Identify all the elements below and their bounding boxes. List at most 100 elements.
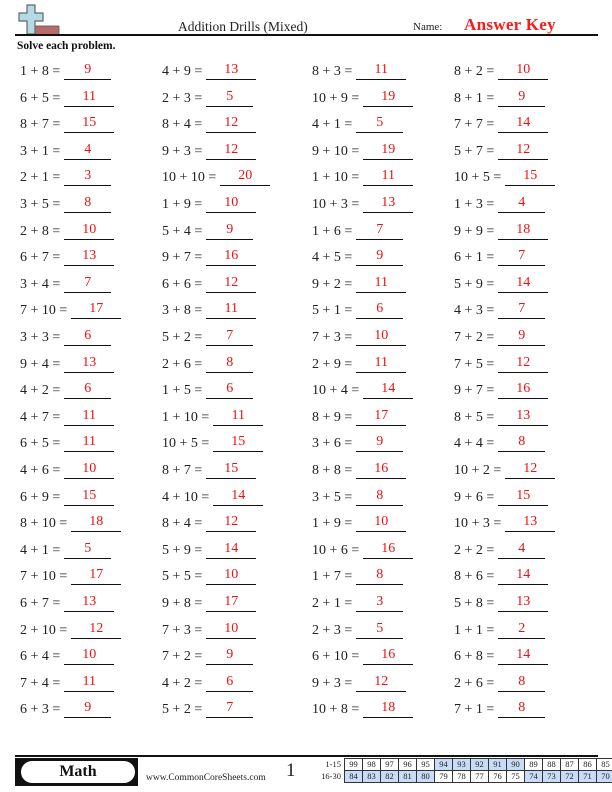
answer-blank[interactable]: 8 — [498, 700, 546, 719]
answer-blank[interactable]: 8 — [498, 674, 546, 692]
answer-blank[interactable]: 10 — [356, 514, 407, 533]
answer-blank[interactable]: 13 — [64, 594, 115, 612]
answer-blank[interactable]: 9 — [64, 62, 112, 80]
answer-blank[interactable]: 15 — [213, 434, 264, 453]
answer-blank[interactable]: 11 — [64, 408, 115, 426]
answer-blank[interactable]: 12 — [498, 142, 549, 160]
answer-blank[interactable]: 10 — [206, 621, 257, 639]
answer-blank[interactable]: 17 — [71, 301, 122, 320]
answer-blank[interactable]: 16 — [363, 647, 414, 666]
answer-blank[interactable]: 18 — [498, 222, 549, 240]
answer-blank[interactable]: 9 — [206, 222, 254, 240]
answer-blank[interactable]: 7 — [356, 222, 404, 240]
answer-blank[interactable]: 13 — [206, 62, 257, 80]
answer-blank[interactable]: 15 — [498, 488, 549, 506]
answer-blank[interactable]: 2 — [498, 621, 546, 639]
answer-blank[interactable]: 13 — [363, 195, 414, 213]
answer-blank[interactable]: 12 — [206, 142, 257, 160]
answer-blank[interactable]: 15 — [64, 115, 115, 134]
answer-blank[interactable]: 9 — [356, 248, 404, 267]
answer-blank[interactable]: 14 — [498, 567, 549, 586]
answer-blank[interactable]: 13 — [64, 248, 115, 267]
answer-blank[interactable]: 16 — [206, 248, 257, 267]
answer-blank[interactable]: 15 — [64, 488, 115, 506]
answer-blank[interactable]: 16 — [363, 541, 414, 559]
answer-blank[interactable]: 9 — [64, 700, 112, 719]
answer-blank[interactable]: 12 — [498, 355, 549, 373]
answer-blank[interactable]: 13 — [64, 355, 115, 373]
answer-blank[interactable]: 9 — [498, 89, 546, 107]
answer-blank[interactable]: 6 — [206, 674, 254, 692]
answer-blank[interactable]: 4 — [498, 195, 546, 213]
answer-blank[interactable]: 17 — [206, 594, 257, 612]
answer-blank[interactable]: 9 — [206, 647, 254, 666]
answer-blank[interactable]: 10 — [64, 647, 115, 666]
answer-blank[interactable]: 18 — [363, 700, 414, 719]
answer-blank[interactable]: 12 — [206, 514, 257, 533]
answer-blank[interactable]: 13 — [505, 514, 556, 533]
answer-blank[interactable]: 11 — [213, 408, 264, 426]
answer-blank[interactable]: 11 — [206, 301, 257, 320]
answer-blank[interactable]: 12 — [206, 115, 257, 134]
answer-blank[interactable]: 11 — [363, 168, 414, 187]
answer-blank[interactable]: 14 — [498, 275, 549, 293]
answer-blank[interactable]: 15 — [505, 168, 556, 187]
answer-blank[interactable]: 11 — [356, 355, 407, 373]
answer-blank[interactable]: 16 — [356, 461, 407, 479]
answer-blank[interactable]: 9 — [498, 328, 546, 346]
answer-blank[interactable]: 5 — [356, 115, 404, 134]
answer-blank[interactable]: 12 — [71, 621, 122, 639]
answer-blank[interactable]: 10 — [206, 195, 257, 213]
answer-blank[interactable]: 10 — [206, 567, 257, 586]
answer-blank[interactable]: 12 — [505, 461, 556, 479]
answer-blank[interactable]: 11 — [64, 434, 115, 453]
answer-blank[interactable]: 4 — [64, 142, 112, 160]
answer-blank[interactable]: 7 — [206, 328, 254, 346]
answer-blank[interactable]: 7 — [64, 275, 112, 293]
answer-blank[interactable]: 6 — [64, 328, 112, 346]
answer-blank[interactable]: 16 — [498, 381, 549, 400]
answer-blank[interactable]: 8 — [356, 567, 404, 586]
answer-blank[interactable]: 17 — [356, 408, 407, 426]
answer-blank[interactable]: 14 — [498, 647, 549, 666]
answer-blank[interactable]: 8 — [64, 195, 112, 213]
answer-blank[interactable]: 8 — [356, 488, 404, 506]
answer-blank[interactable]: 11 — [64, 674, 115, 692]
answer-blank[interactable]: 5 — [356, 621, 404, 639]
answer-blank[interactable]: 7 — [498, 248, 546, 267]
answer-blank[interactable]: 18 — [71, 514, 122, 533]
answer-blank[interactable]: 14 — [213, 488, 264, 506]
answer-blank[interactable]: 14 — [206, 541, 257, 559]
website-link[interactable]: www.CommonCoreSheets.com — [146, 773, 266, 783]
answer-blank[interactable]: 13 — [498, 594, 549, 612]
answer-blank[interactable]: 17 — [71, 567, 122, 586]
answer-blank[interactable]: 12 — [206, 275, 257, 293]
answer-blank[interactable]: 3 — [356, 594, 404, 612]
answer-blank[interactable]: 6 — [206, 381, 254, 400]
answer-blank[interactable]: 10 — [64, 222, 115, 240]
answer-blank[interactable]: 10 — [356, 328, 407, 346]
answer-blank[interactable]: 9 — [356, 434, 404, 453]
answer-blank[interactable]: 14 — [363, 381, 414, 400]
answer-blank[interactable]: 7 — [498, 301, 546, 320]
answer-blank[interactable]: 5 — [206, 89, 254, 107]
answer-blank[interactable]: 11 — [64, 89, 115, 107]
answer-blank[interactable]: 12 — [356, 674, 407, 692]
answer-blank[interactable]: 6 — [64, 381, 112, 400]
answer-blank[interactable]: 19 — [363, 142, 414, 160]
answer-blank[interactable]: 6 — [356, 301, 404, 320]
answer-blank[interactable]: 10 — [498, 62, 549, 80]
answer-blank[interactable]: 7 — [206, 700, 254, 719]
answer-blank[interactable]: 11 — [356, 62, 407, 80]
answer-blank[interactable]: 8 — [206, 355, 254, 373]
answer-blank[interactable]: 14 — [498, 115, 549, 134]
answer-blank[interactable]: 13 — [498, 408, 549, 426]
answer-blank[interactable]: 4 — [498, 541, 546, 559]
answer-blank[interactable]: 19 — [363, 89, 414, 107]
answer-blank[interactable]: 5 — [64, 541, 112, 559]
answer-blank[interactable]: 20 — [220, 168, 271, 187]
answer-blank[interactable]: 3 — [64, 168, 112, 187]
answer-blank[interactable]: 8 — [498, 434, 546, 453]
answer-blank[interactable]: 11 — [356, 275, 407, 293]
answer-blank[interactable]: 10 — [64, 461, 115, 479]
